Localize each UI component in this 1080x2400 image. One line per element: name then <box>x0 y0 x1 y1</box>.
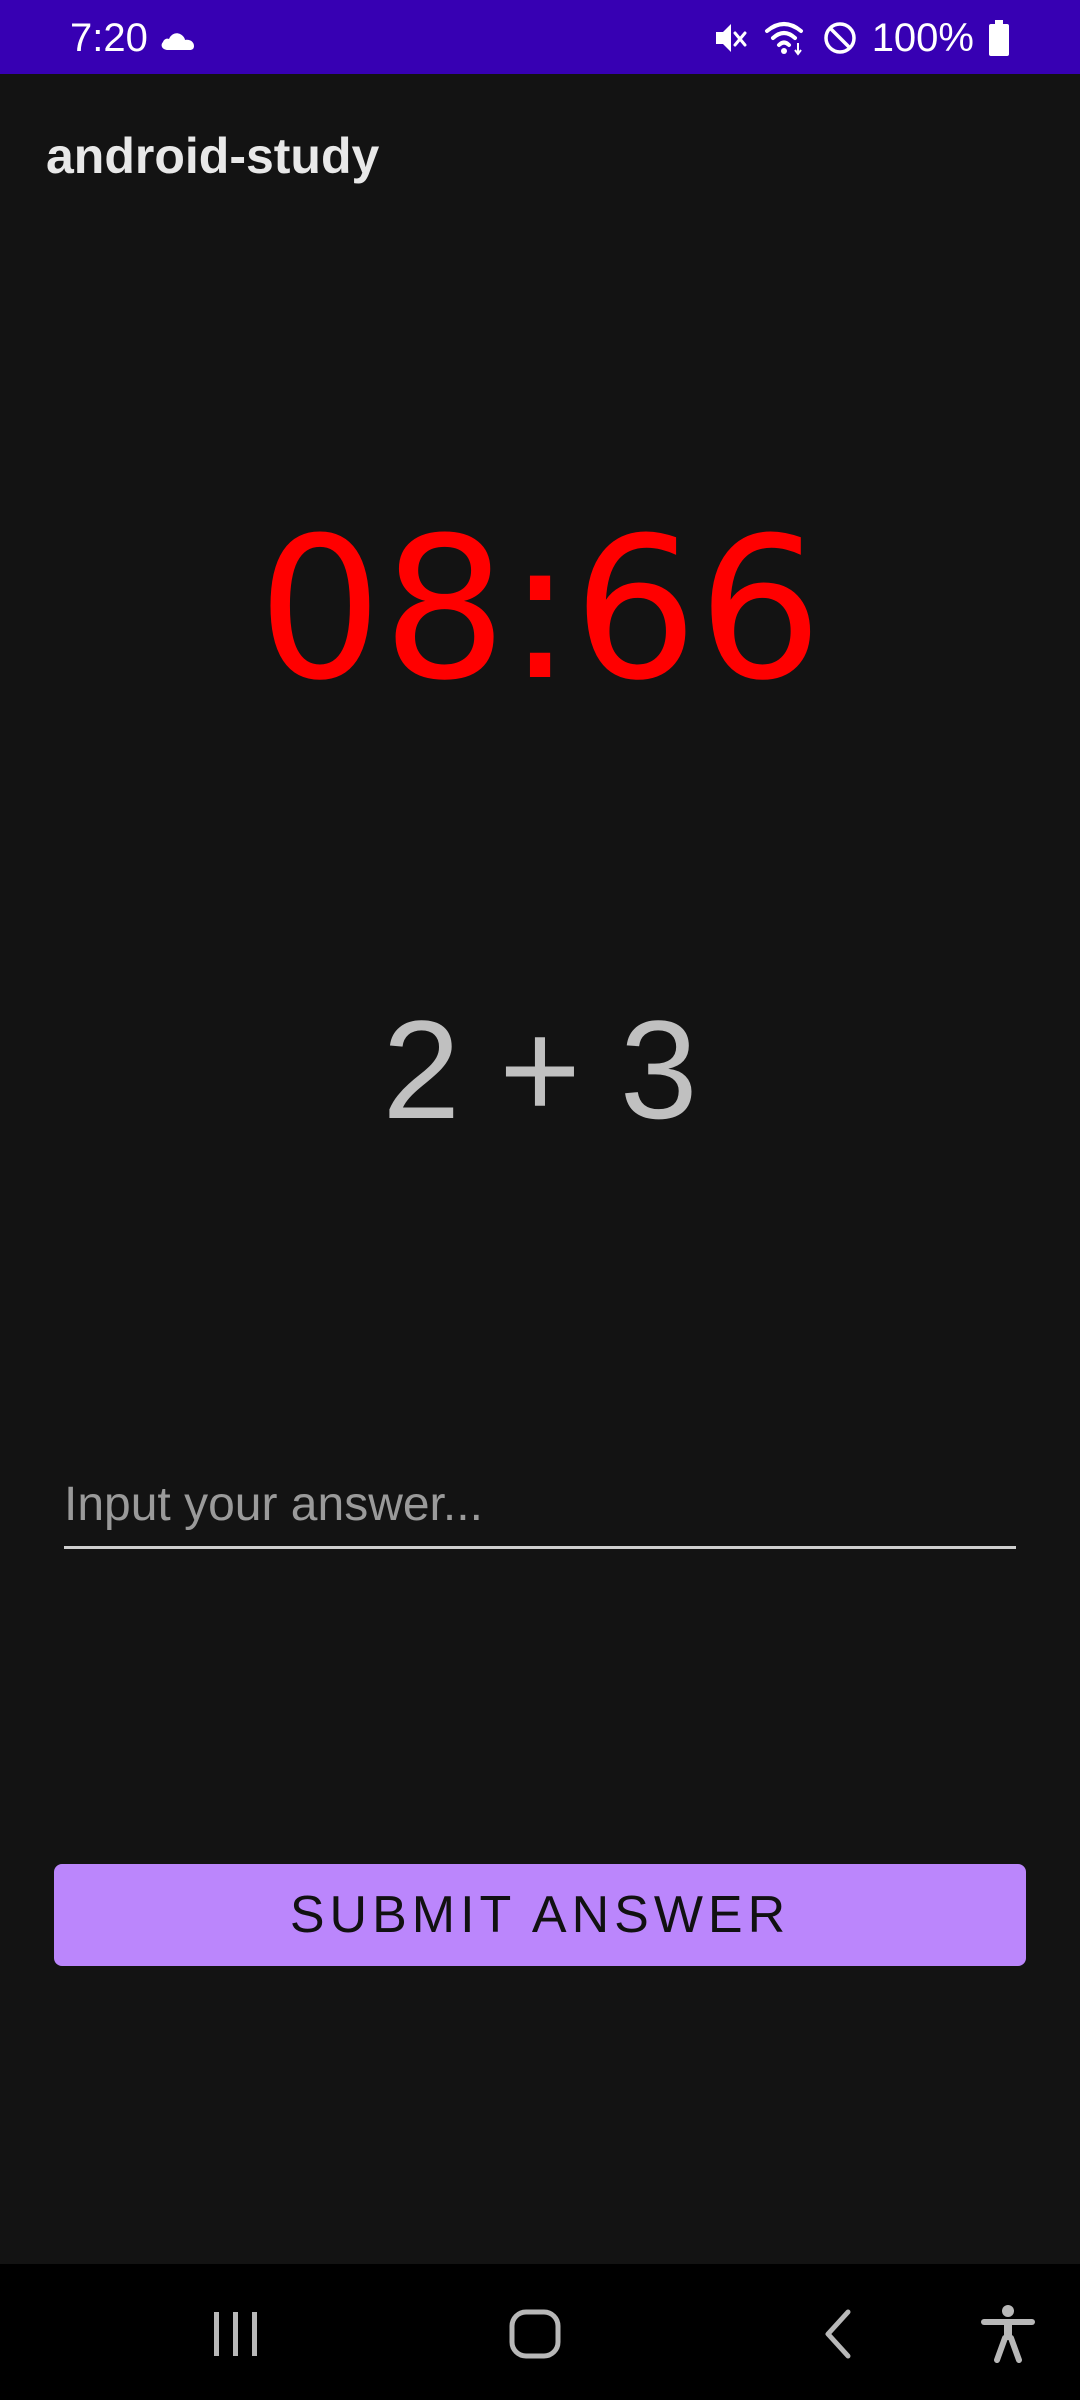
back-icon[interactable] <box>810 2304 870 2364</box>
battery-percent: 100% <box>871 16 974 60</box>
status-bar: 7:20 100% <box>0 0 1080 74</box>
answer-field-container <box>64 1466 1016 1549</box>
answer-input[interactable] <box>64 1466 1016 1542</box>
submit-answer-button[interactable]: SUBMIT ANSWER <box>54 1864 1026 1966</box>
cloud-icon <box>161 33 194 50</box>
navigation-bar <box>0 2264 1080 2400</box>
accessibility-icon[interactable] <box>978 2304 1038 2364</box>
do-not-disturb-icon <box>823 22 856 54</box>
app-title: android-study <box>46 128 380 184</box>
mute-icon <box>715 24 747 52</box>
timer-display: 08:66 <box>257 496 823 724</box>
status-icons: 100% <box>712 18 1010 58</box>
recent-apps-icon[interactable] <box>206 2304 266 2364</box>
math-question: 2 + 3 <box>382 991 698 1148</box>
battery-icon <box>989 20 1009 56</box>
home-icon[interactable] <box>506 2304 566 2364</box>
status-time: 7:20 <box>70 16 148 60</box>
wifi-icon <box>764 22 803 56</box>
